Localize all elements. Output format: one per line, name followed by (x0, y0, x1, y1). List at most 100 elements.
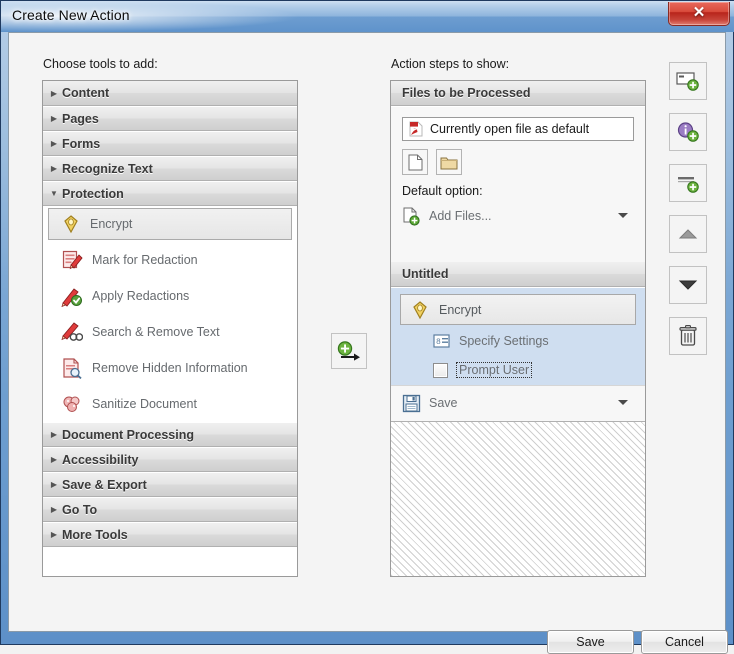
accordion-recognize-text[interactable]: ▶ Recognize Text (43, 156, 297, 181)
action-section-title: Untitled (402, 267, 449, 281)
step-save[interactable]: Save (402, 390, 634, 416)
tool-item-label: Encrypt (90, 217, 133, 231)
choose-tools-heading: Choose tools to add: (43, 57, 158, 71)
step-encrypt-label: Encrypt (439, 302, 482, 317)
arrow-up-icon (678, 227, 698, 241)
step-save-label: Save (429, 396, 458, 410)
settings-list-icon: 8 (433, 333, 451, 349)
tool-item-label: Apply Redactions (92, 289, 190, 303)
add-folder-button[interactable] (436, 149, 462, 175)
shield-icon (410, 300, 430, 320)
add-instruction-button[interactable] (669, 113, 707, 151)
action-section-header: Untitled (391, 262, 645, 287)
step-option-label: Prompt User (456, 362, 533, 378)
tool-item-mark-for-redaction[interactable]: Mark for Redaction (43, 242, 297, 278)
add-panel-button[interactable] (669, 62, 707, 100)
accordion-more-tools[interactable]: ▶ More Tools (43, 522, 297, 547)
pdf-icon (409, 121, 423, 137)
redaction-pen-icon (61, 249, 83, 271)
tool-item-label: Sanitize Document (92, 397, 197, 411)
add-divider-button[interactable] (669, 164, 707, 202)
chevron-right-icon: ▶ (50, 480, 58, 489)
chevron-right-icon: ▶ (50, 455, 58, 464)
tool-item-label: Mark for Redaction (92, 253, 198, 267)
add-file-icon (402, 207, 421, 226)
accordion-label: Accessibility (62, 452, 139, 467)
accordion-go-to[interactable]: ▶ Go To (43, 497, 297, 522)
default-option-value: Add Files... (429, 209, 492, 223)
default-option-dropdown[interactable]: Add Files... (402, 203, 634, 229)
accordion-label: Go To (62, 502, 98, 517)
step-encrypt[interactable]: Encrypt (400, 294, 636, 325)
tool-item-remove-hidden-information[interactable]: Remove Hidden Information (43, 350, 297, 386)
files-section-title: Files to be Processed (402, 86, 531, 100)
chevron-down-icon: ▼ (50, 189, 58, 198)
tool-item-encrypt[interactable]: Encrypt (48, 208, 292, 240)
chevron-down-icon (618, 400, 628, 405)
step-option-specify-settings[interactable]: 8 Specify Settings (433, 333, 549, 349)
accordion-save-export[interactable]: ▶ Save & Export (43, 472, 297, 497)
tool-item-search-remove-text[interactable]: Search & Remove Text (43, 314, 297, 350)
move-up-button[interactable] (669, 215, 707, 253)
accordion-document-processing[interactable]: ▶ Document Processing (43, 422, 297, 447)
tool-item-sanitize-document[interactable]: Sanitize Document (43, 386, 297, 422)
delete-button[interactable] (669, 317, 707, 355)
files-section-header: Files to be Processed (391, 81, 645, 106)
dialog-window: Create New Action ✕ Choose tools to add:… (0, 0, 734, 654)
search-remove-icon (61, 321, 83, 343)
move-down-button[interactable] (669, 266, 707, 304)
folder-icon (440, 155, 458, 170)
action-steps-heading: Action steps to show: (391, 57, 510, 71)
sanitize-icon (61, 393, 83, 415)
chevron-right-icon: ▶ (50, 164, 58, 173)
add-panel-icon (676, 70, 700, 92)
accordion-label: Content (62, 86, 110, 100)
add-divider-icon (676, 172, 700, 194)
chevron-right-icon: ▶ (50, 114, 58, 123)
window-title: Create New Action (12, 7, 130, 23)
accordion-protection[interactable]: ▼ Protection (43, 181, 297, 206)
current-file-field[interactable]: Currently open file as default (402, 117, 634, 141)
accordion-label: Document Processing (62, 427, 194, 442)
accordion-label: Protection (62, 186, 124, 201)
tools-panel: ▶ Content ▶ Pages ▶ Forms ▶ Recognize Te… (42, 80, 298, 577)
chevron-right-icon: ▶ (50, 88, 58, 98)
accordion-label: Forms (62, 136, 101, 151)
accordion-accessibility[interactable]: ▶ Accessibility (43, 447, 297, 472)
dialog-body: Choose tools to add: Action steps to sho… (8, 32, 728, 654)
shield-icon (61, 214, 81, 234)
default-option-label: Default option: (402, 184, 483, 198)
tool-item-apply-redactions[interactable]: Apply Redactions (43, 278, 297, 314)
prompt-user-checkbox[interactable] (433, 362, 448, 378)
current-file-name: Currently open file as default (430, 122, 590, 136)
accordion-forms[interactable]: ▶ Forms (43, 131, 297, 156)
floppy-icon (402, 394, 421, 413)
add-to-action-button[interactable] (331, 333, 367, 369)
add-file-button[interactable] (402, 149, 428, 175)
svg-text:8: 8 (436, 338, 441, 347)
cancel-button[interactable]: Cancel (641, 630, 728, 654)
tool-item-label: Remove Hidden Information (92, 361, 248, 375)
action-steps-panel: Files to be Processed Currently open fil… (390, 80, 646, 577)
step-option-prompt-user[interactable]: Prompt User (433, 362, 533, 378)
tool-item-label: Search & Remove Text (92, 325, 220, 339)
close-button[interactable]: ✕ (668, 2, 730, 26)
chevron-down-icon (618, 213, 628, 218)
remove-hidden-icon (61, 357, 83, 379)
accordion-label: Recognize Text (62, 161, 153, 176)
apply-redaction-icon (61, 285, 83, 307)
arrow-down-icon (678, 278, 698, 292)
chevron-right-icon: ▶ (50, 505, 58, 514)
accordion-pages[interactable]: ▶ Pages (43, 106, 297, 131)
add-info-icon (676, 121, 700, 143)
accordion-label: Pages (62, 111, 99, 126)
step-option-label: Specify Settings (459, 334, 549, 348)
trash-icon (678, 325, 698, 347)
page-icon (408, 154, 423, 171)
close-icon: ✕ (692, 4, 706, 21)
save-button[interactable]: Save (547, 630, 634, 654)
chevron-right-icon: ▶ (50, 139, 58, 148)
accordion-label: More Tools (62, 527, 128, 542)
action-panel-empty-area (391, 421, 645, 576)
accordion-content[interactable]: ▶ Content (43, 81, 297, 106)
